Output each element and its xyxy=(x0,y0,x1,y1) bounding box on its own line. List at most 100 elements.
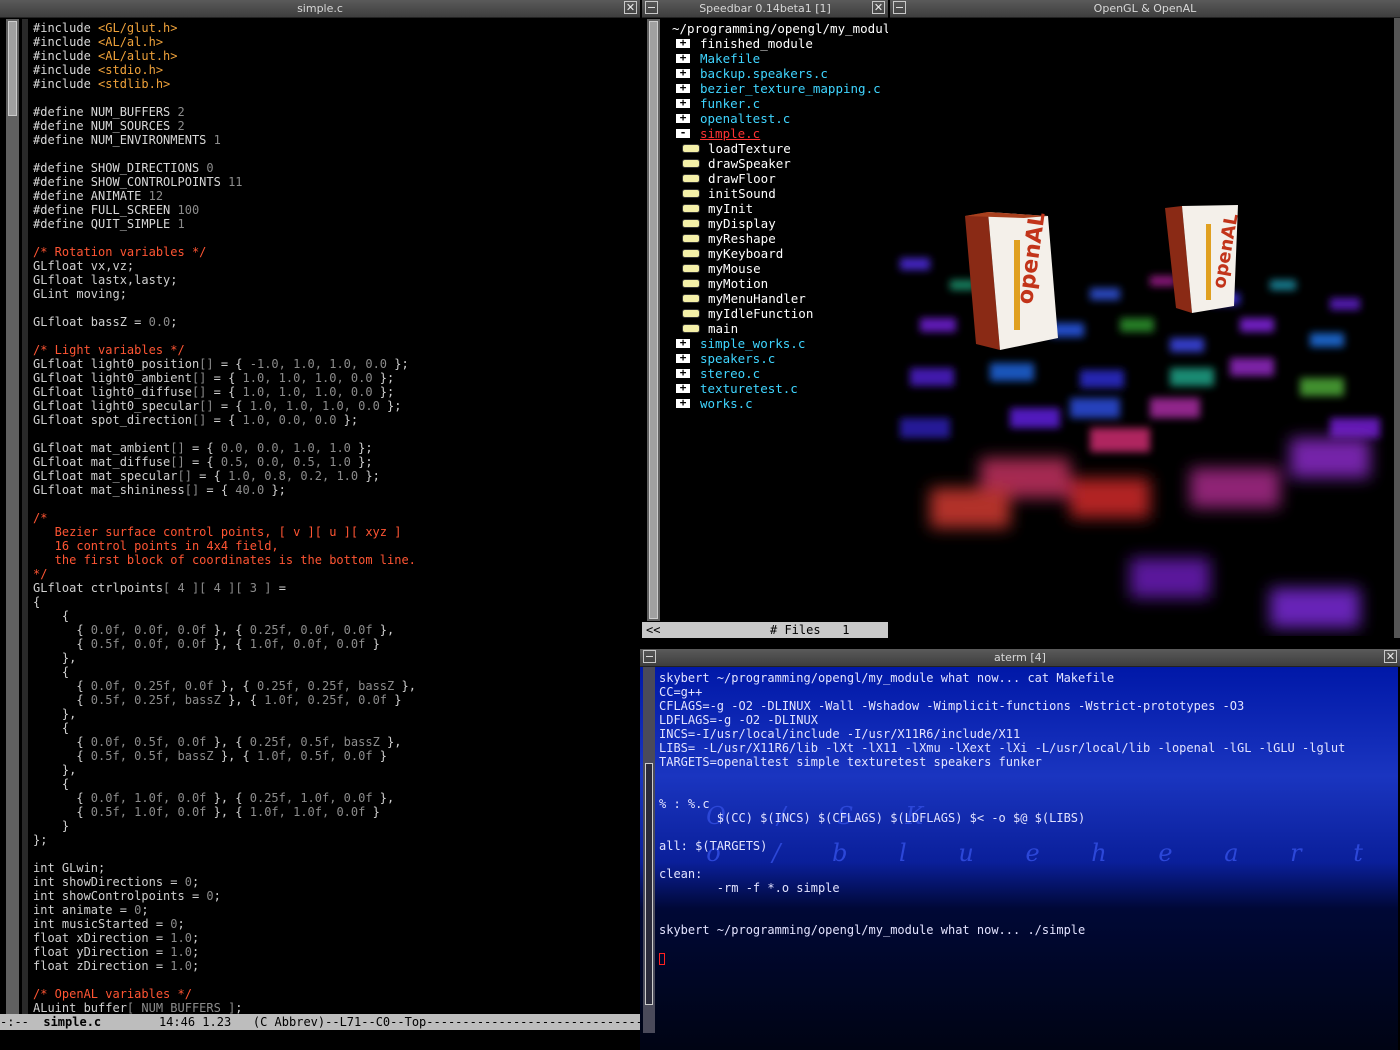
code-line: #include <stdlib.h> xyxy=(33,77,416,91)
opengl-viewport[interactable]: openAL openAL xyxy=(890,18,1394,636)
terminal-line: $(CC) $(INCS) $(CFLAGS) $(LDFLAGS) $< -o… xyxy=(659,811,1086,825)
code-token: */ xyxy=(33,567,48,581)
minibuffer[interactable] xyxy=(0,1030,640,1050)
code-token: }; xyxy=(350,455,373,469)
code-token: 0.5f, 0.5f, bassZ xyxy=(90,749,214,763)
code-token: <AL/alut.h> xyxy=(98,49,178,63)
code-buffer[interactable]: #include <GL/glut.h> #include <AL/al.h> #i… xyxy=(33,21,416,1015)
code-token: [] xyxy=(184,483,200,497)
code-token: /* Light variables */ xyxy=(33,343,185,357)
code-token: GLfloat vx,vz; xyxy=(33,259,135,273)
tag-icon[interactable] xyxy=(682,264,700,273)
speedbar-item-label: stereo.c xyxy=(700,366,761,381)
code-token: = { xyxy=(213,357,250,371)
editor-scrollbar[interactable] xyxy=(6,19,19,1015)
tag-icon[interactable] xyxy=(682,189,700,198)
expand-icon[interactable] xyxy=(675,336,691,349)
tag-icon[interactable] xyxy=(682,249,700,258)
code-token: /* Rotation variables */ xyxy=(33,245,207,259)
aterm-scrollbar-thumb[interactable] xyxy=(645,763,653,1005)
tag-icon[interactable] xyxy=(682,204,700,213)
expand-icon[interactable] xyxy=(675,111,691,124)
collapse-icon[interactable] xyxy=(675,126,691,139)
aterm-window-title: aterm [4] xyxy=(994,651,1046,664)
code-token: #include xyxy=(33,49,99,63)
expand-icon[interactable] xyxy=(675,51,691,64)
expand-icon[interactable] xyxy=(675,81,691,94)
opengl-scene: openAL openAL xyxy=(900,205,1380,628)
code-token: 0.25f, 0.25f, bassZ xyxy=(256,679,395,693)
code-line: */ xyxy=(33,567,416,581)
code-token: GLfloat mat_ambient xyxy=(33,441,171,455)
opengl-window-title: OpenGL & OpenAL xyxy=(1093,2,1197,15)
expand-icon[interactable] xyxy=(675,96,691,109)
code-token: 0 xyxy=(206,889,214,903)
tag-icon[interactable] xyxy=(682,144,700,153)
code-token: }; xyxy=(264,483,286,497)
code-token: } xyxy=(387,693,402,707)
code-line: GLfloat lastx,lasty; xyxy=(33,273,416,287)
scroll-left-icon[interactable]: << xyxy=(646,622,660,638)
code-token: { xyxy=(33,679,91,693)
code-token: { xyxy=(33,623,91,637)
code-line: #define NUM_SOURCES 2 xyxy=(33,119,416,133)
code-token: int showDirections = xyxy=(33,875,185,889)
close-icon[interactable]: ✕ xyxy=(1384,650,1397,663)
code-line: /* Rotation variables */ xyxy=(33,245,416,259)
expand-icon[interactable] xyxy=(675,36,691,49)
tag-icon[interactable] xyxy=(682,159,700,168)
expand-icon[interactable] xyxy=(675,66,691,79)
emacs-titlebar[interactable]: simple.c ✕ xyxy=(0,0,640,18)
expand-icon[interactable] xyxy=(675,351,691,364)
tag-icon[interactable] xyxy=(682,324,700,333)
code-token: = { xyxy=(199,483,236,497)
aterm-scrollbar[interactable] xyxy=(643,667,655,1033)
code-token: ; xyxy=(235,1001,243,1015)
speedbar-path[interactable]: ~/programming/opengl/my_modul » xyxy=(672,21,888,36)
expand-icon[interactable] xyxy=(675,396,691,409)
expand-icon[interactable] xyxy=(675,381,691,394)
code-token: -1.0, 1.0, 1.0, 0.0 xyxy=(249,357,388,371)
close-icon[interactable]: ✕ xyxy=(872,1,885,14)
tag-icon[interactable] xyxy=(682,309,700,318)
code-token: 0.0f, 0.25f, 0.0f xyxy=(90,679,214,693)
code-line: { 0.0f, 0.0f, 0.0f }, { 0.25f, 0.0f, 0.0… xyxy=(33,623,416,637)
speedbar-item-label: loadTexture xyxy=(708,141,791,156)
tag-icon[interactable] xyxy=(682,219,700,228)
code-token: }, xyxy=(394,679,416,693)
tag-icon[interactable] xyxy=(682,234,700,243)
speedbar-item-label: initSound xyxy=(708,186,776,201)
editor-scrollbar-thumb[interactable] xyxy=(8,21,17,116)
speedbar-item-label: Makefile xyxy=(700,51,761,66)
speedbar-item-label: myDisplay xyxy=(708,216,776,231)
code-line: }; xyxy=(33,833,416,847)
tag-icon[interactable] xyxy=(682,174,700,183)
code-token: }, { xyxy=(213,679,257,693)
aterm-body[interactable]: I O / S K t o / b l u e h e a r t / skyb… xyxy=(640,667,1400,1050)
code-token: 0 xyxy=(206,161,214,175)
expand-icon[interactable] xyxy=(675,366,691,379)
code-token: GLfloat light0_ambient xyxy=(33,371,192,385)
mode-line: -:-- simple.c 14:46 1.23 (C Abbrev)--L71… xyxy=(0,1014,640,1030)
code-token: }, xyxy=(379,735,402,749)
speedbar-item-label: bezier_texture_mapping.c xyxy=(700,81,881,96)
code-token: 1.0, 0.8, 0.2, 1.0 xyxy=(228,469,359,483)
code-token: 2 xyxy=(177,119,185,133)
modeline-buffer-name: simple.c xyxy=(43,1015,102,1029)
close-icon[interactable]: ✕ xyxy=(624,1,637,14)
code-line: #include <AL/al.h> xyxy=(33,35,416,49)
opengl-titlebar[interactable]: OpenGL & OpenAL xyxy=(890,0,1400,18)
terminal-line: -rm -f *.o simple xyxy=(659,881,840,895)
code-token: int GLwin; xyxy=(33,861,106,875)
speedbar-titlebar[interactable]: Speedbar 0.14beta1 [1] ✕ xyxy=(642,0,888,18)
tag-icon[interactable] xyxy=(682,294,700,303)
emacs-window-title: simple.c xyxy=(297,2,343,15)
code-line: { xyxy=(33,721,416,735)
code-token: 1 xyxy=(213,133,221,147)
tag-icon[interactable] xyxy=(682,279,700,288)
code-token: 0.0f, 1.0f, 0.0f xyxy=(90,791,207,805)
aterm-titlebar[interactable]: aterm [4] ✕ xyxy=(640,649,1400,667)
